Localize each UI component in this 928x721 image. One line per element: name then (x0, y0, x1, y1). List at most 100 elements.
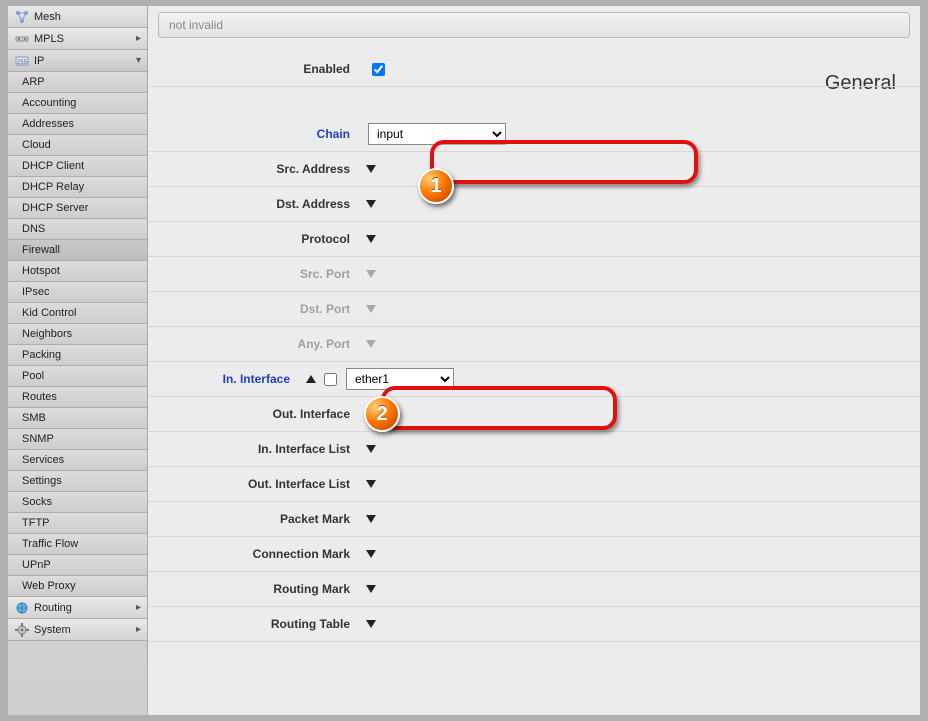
row-dst-port: Dst. Port (148, 292, 920, 327)
sidebar-label-system: System (34, 624, 71, 636)
sidebar-item-socks[interactable]: Socks (8, 492, 147, 513)
sidebar-item-web-proxy[interactable]: Web Proxy (8, 576, 147, 597)
sidebar-item-mpls[interactable]: MPLS ▸ (8, 28, 147, 50)
submenu-label: UPnP (22, 559, 51, 571)
expand-toggle-icon[interactable] (366, 165, 376, 173)
breadcrumb-bar: not invalid (158, 12, 910, 38)
label-routing-table: Routing Table (148, 617, 364, 631)
select-in-interface[interactable]: ether1 (346, 368, 454, 390)
sidebar-item-kid-control[interactable]: Kid Control (8, 303, 147, 324)
sidebar: Mesh MPLS ▸ 255 IP ▾ ARP Accounting Addr… (8, 6, 148, 715)
row-any-port: Any. Port (148, 327, 920, 362)
row-in-interface: In. Interface ether1 (148, 362, 920, 397)
checkbox-enabled[interactable] (372, 63, 385, 76)
expand-toggle-icon[interactable] (366, 620, 376, 628)
sidebar-item-dhcp-client[interactable]: DHCP Client (8, 156, 147, 177)
expand-toggle-icon[interactable] (366, 515, 376, 523)
collapse-toggle-icon[interactable] (306, 375, 316, 383)
sidebar-item-system[interactable]: System ▸ (8, 619, 147, 641)
expand-toggle-icon[interactable] (366, 445, 376, 453)
row-chain: Chain input (148, 117, 920, 152)
breadcrumb-text: not invalid (169, 18, 223, 32)
checkbox-in-interface-negate[interactable] (324, 373, 337, 386)
sidebar-item-routing[interactable]: Routing ▸ (8, 597, 147, 619)
submenu-label: TFTP (22, 517, 50, 529)
row-out-interface-list: Out. Interface List (148, 467, 920, 502)
ip-submenu: ARP Accounting Addresses Cloud DHCP Clie… (8, 72, 147, 597)
submenu-label: Services (22, 454, 64, 466)
sidebar-item-smb[interactable]: SMB (8, 408, 147, 429)
sidebar-item-cloud[interactable]: Cloud (8, 135, 147, 156)
label-out-interface: Out. Interface (148, 407, 364, 421)
expand-toggle-icon (366, 270, 376, 278)
expand-toggle-icon (366, 340, 376, 348)
sidebar-item-dhcp-server[interactable]: DHCP Server (8, 198, 147, 219)
sidebar-item-tftp[interactable]: TFTP (8, 513, 147, 534)
sidebar-item-settings[interactable]: Settings (8, 471, 147, 492)
submenu-label: Packing (22, 349, 61, 361)
label-in-interface-list: In. Interface List (148, 442, 364, 456)
sidebar-item-services[interactable]: Services (8, 450, 147, 471)
expand-toggle-icon[interactable] (366, 550, 376, 558)
submenu-label: Neighbors (22, 328, 72, 340)
row-src-address: Src. Address (148, 152, 920, 187)
sidebar-item-snmp[interactable]: SNMP (8, 429, 147, 450)
sidebar-item-arp[interactable]: ARP (8, 72, 147, 93)
expand-toggle-icon (366, 305, 376, 313)
sidebar-item-dhcp-relay[interactable]: DHCP Relay (8, 177, 147, 198)
expand-toggle-icon[interactable] (366, 585, 376, 593)
submenu-label: Routes (22, 391, 57, 403)
sidebar-item-accounting[interactable]: Accounting (8, 93, 147, 114)
sidebar-item-traffic-flow[interactable]: Traffic Flow (8, 534, 147, 555)
submenu-label: Cloud (22, 139, 51, 151)
submenu-label: SNMP (22, 433, 54, 445)
select-chain[interactable]: input (368, 123, 506, 145)
label-out-interface-list: Out. Interface List (148, 477, 364, 491)
mpls-icon (14, 31, 30, 47)
sidebar-item-addresses[interactable]: Addresses (8, 114, 147, 135)
sidebar-label-ip: IP (34, 55, 44, 67)
submenu-label: DNS (22, 223, 45, 235)
ip-icon: 255 (14, 53, 30, 69)
submenu-label: SMB (22, 412, 46, 424)
sidebar-item-ipsec[interactable]: IPsec (8, 282, 147, 303)
sidebar-item-routes[interactable]: Routes (8, 387, 147, 408)
sidebar-item-upnp[interactable]: UPnP (8, 555, 147, 576)
submenu-label: Accounting (22, 97, 76, 109)
submenu-label: Kid Control (22, 307, 76, 319)
row-routing-table: Routing Table (148, 607, 920, 642)
submenu-label: DHCP Server (22, 202, 88, 214)
submenu-label: Socks (22, 496, 52, 508)
submenu-label: IPsec (22, 286, 50, 298)
expand-toggle-icon[interactable] (366, 235, 376, 243)
sidebar-label-routing: Routing (34, 602, 72, 614)
label-packet-mark: Packet Mark (148, 512, 364, 526)
submenu-label: Traffic Flow (22, 538, 78, 550)
submenu-label: DHCP Relay (22, 181, 84, 193)
submenu-label: Settings (22, 475, 62, 487)
row-in-interface-list: In. Interface List (148, 432, 920, 467)
row-enabled: Enabled (148, 52, 920, 87)
sidebar-item-neighbors[interactable]: Neighbors (8, 324, 147, 345)
label-enabled: Enabled (148, 62, 364, 76)
submenu-label: DHCP Client (22, 160, 84, 172)
row-connection-mark: Connection Mark (148, 537, 920, 572)
sidebar-item-packing[interactable]: Packing (8, 345, 147, 366)
sidebar-item-mesh[interactable]: Mesh (8, 6, 147, 28)
label-src-port: Src. Port (148, 267, 364, 281)
sidebar-item-hotspot[interactable]: Hotspot (8, 261, 147, 282)
label-chain: Chain (148, 127, 364, 141)
sidebar-item-pool[interactable]: Pool (8, 366, 147, 387)
sidebar-item-ip[interactable]: 255 IP ▾ (8, 50, 147, 72)
expand-toggle-icon[interactable] (366, 480, 376, 488)
chevron-down-icon: ▾ (136, 55, 141, 66)
label-in-interface: In. Interface (148, 372, 304, 386)
expand-toggle-icon[interactable] (366, 200, 376, 208)
sidebar-item-firewall[interactable]: Firewall (8, 240, 147, 261)
label-routing-mark: Routing Mark (148, 582, 364, 596)
label-protocol: Protocol (148, 232, 364, 246)
firewall-rule-form: Enabled Chain input Src. Address Dst. Ad… (148, 52, 920, 715)
label-connection-mark: Connection Mark (148, 547, 364, 561)
expand-toggle-icon[interactable] (366, 410, 376, 418)
sidebar-item-dns[interactable]: DNS (8, 219, 147, 240)
